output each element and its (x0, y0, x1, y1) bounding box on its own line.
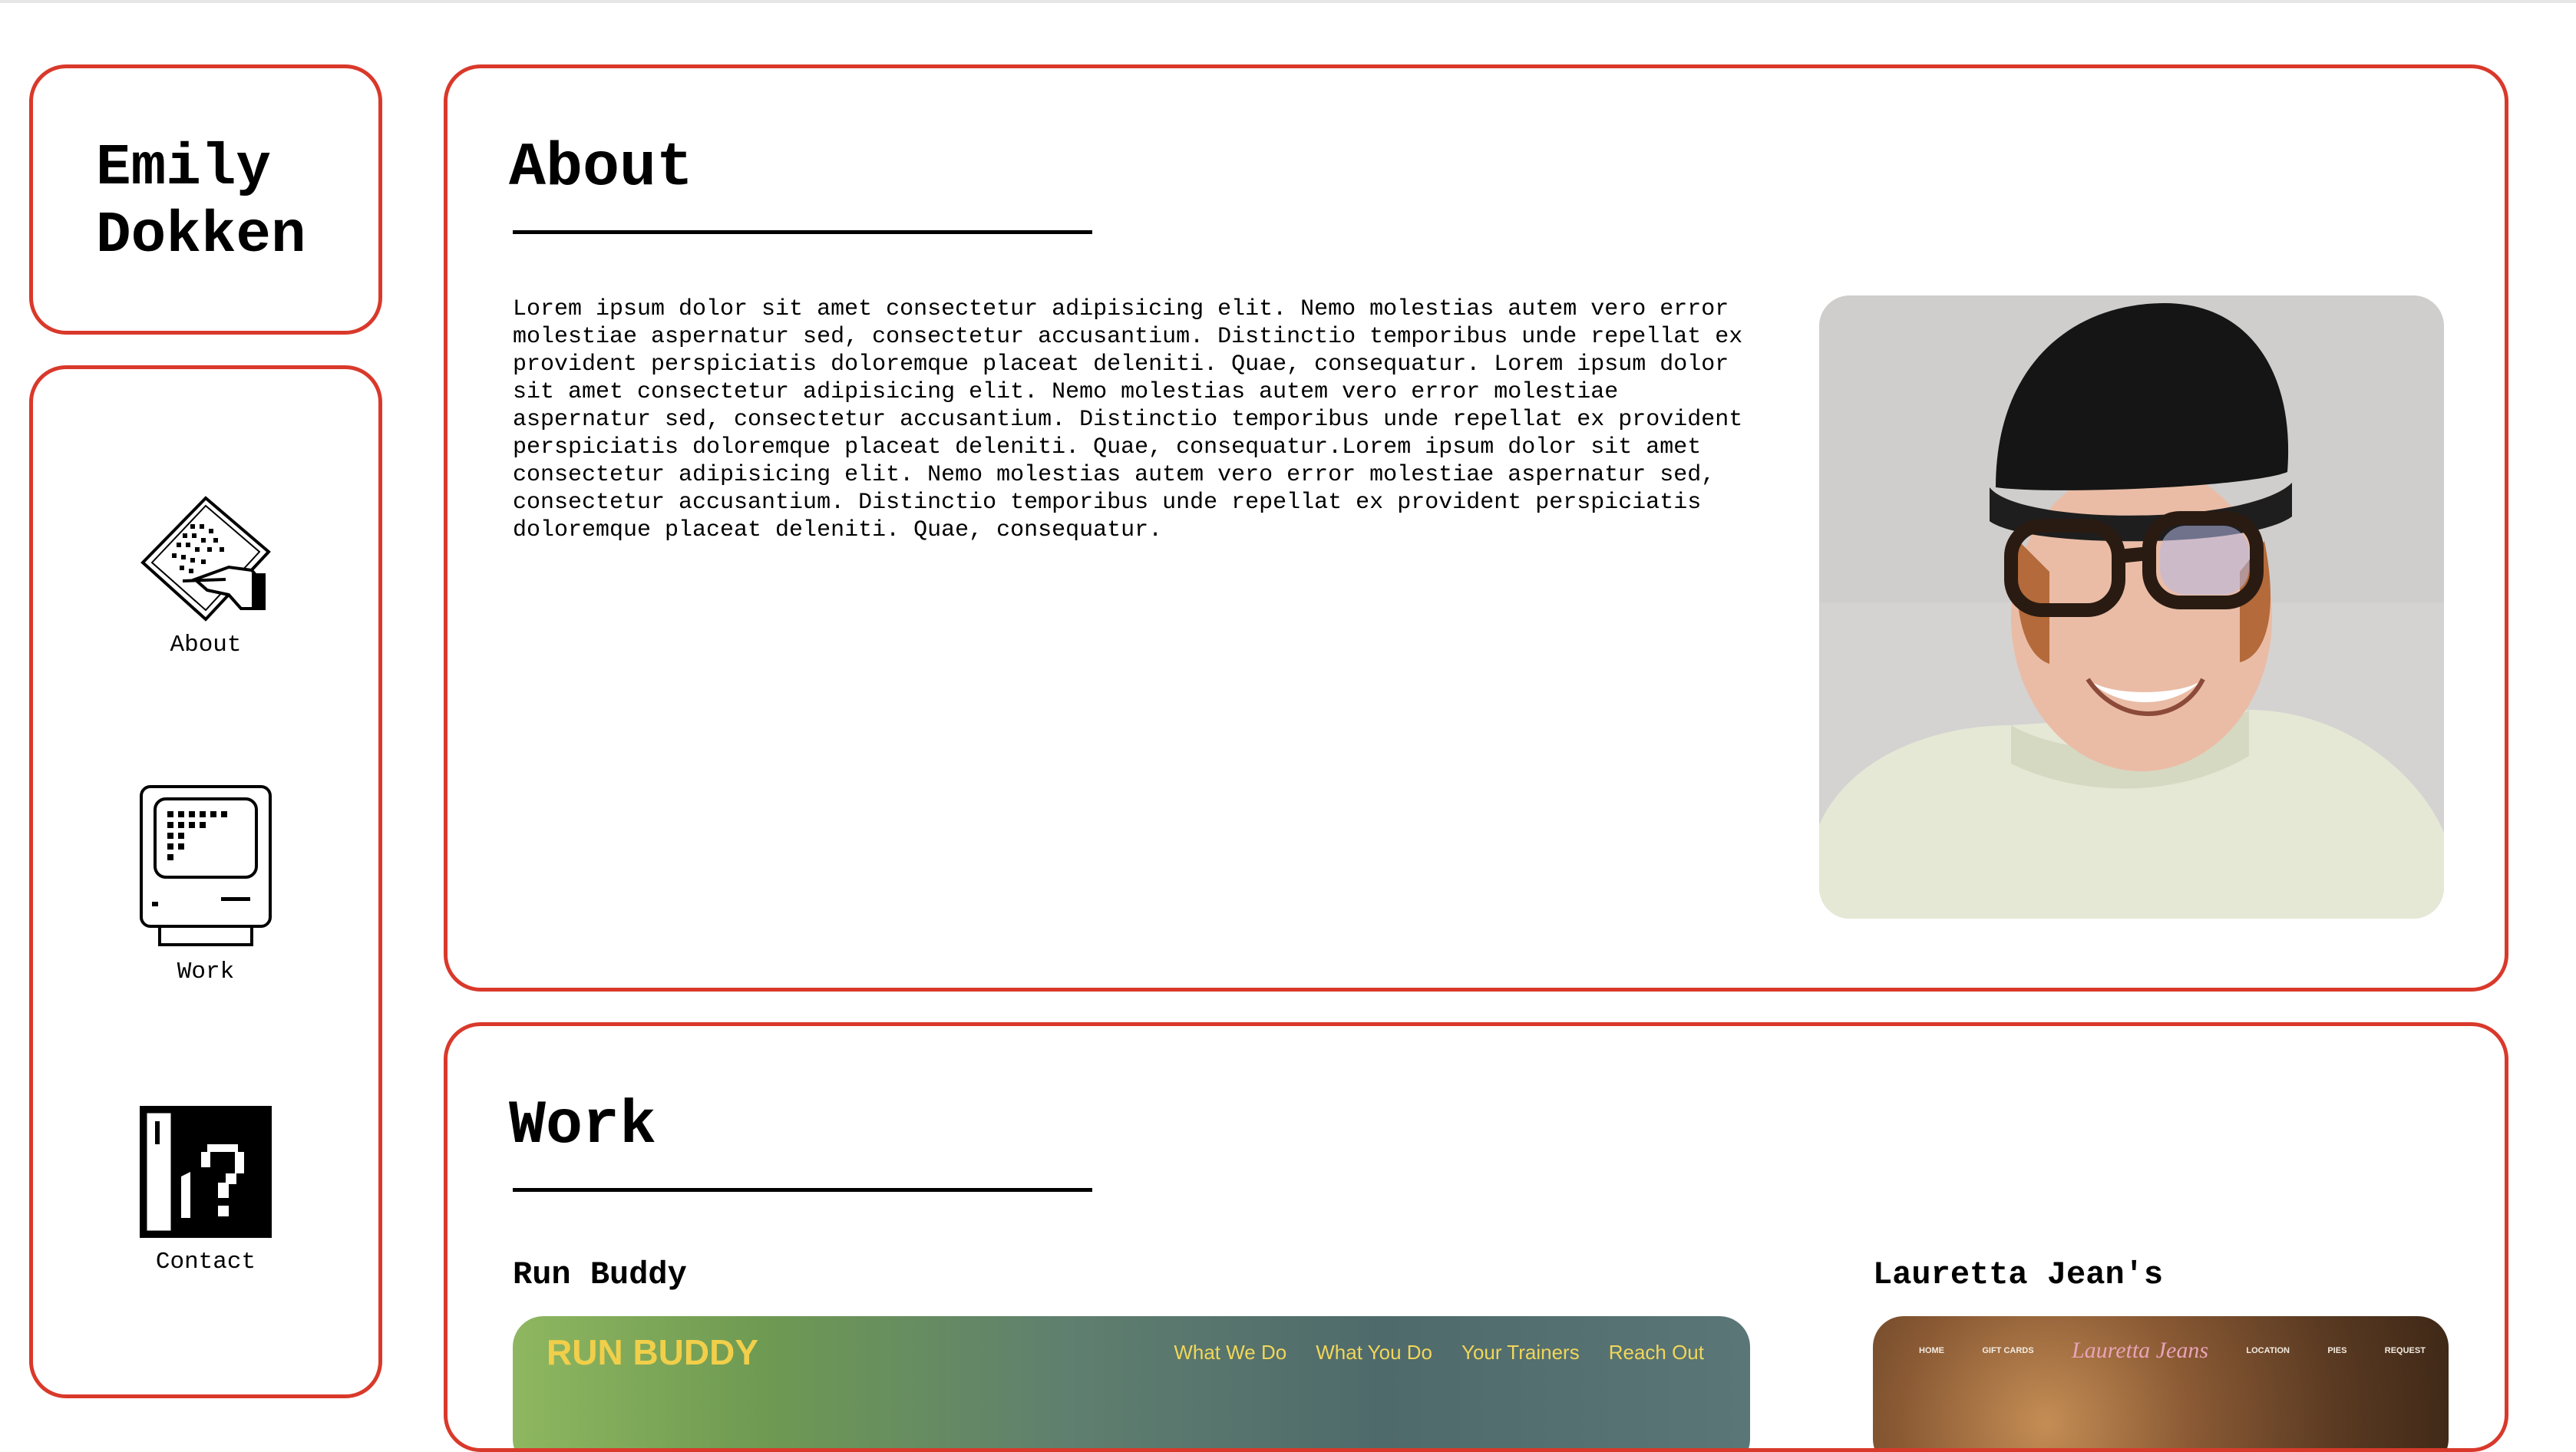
nav-label-work: Work (177, 959, 235, 985)
about-paragraph: Lorem ipsum dolor sit amet consectetur a… (513, 296, 1743, 543)
computer-icon (140, 785, 272, 946)
run-buddy-menu: What We Do What You Do Your Trainers Rea… (1174, 1341, 1704, 1365)
nav-label-contact: Contact (155, 1249, 256, 1275)
nav-item-work[interactable]: Work (33, 782, 378, 985)
project-screenshot-lauretta-jeans[interactable]: HOME GIFT CARDS Lauretta Jeans LOCATION … (1873, 1316, 2449, 1448)
project-title-lauretta-jeans: Lauretta Jean's (1873, 1256, 2164, 1293)
lauretta-menu-item: GIFT CARDS (1982, 1346, 2034, 1355)
run-buddy-menu-item: What We Do (1174, 1341, 1287, 1364)
about-section: About Lorem ipsum dolor sit amet consect… (444, 64, 2508, 992)
lauretta-logo: Lauretta Jeans (2071, 1338, 2208, 1363)
sidebar-nav: About Work Contact (29, 365, 382, 1398)
nav-label-about: About (170, 632, 242, 658)
lauretta-menu-item: HOME (1919, 1346, 1944, 1355)
lauretta-menu-item: LOCATION (2246, 1346, 2290, 1355)
work-divider (513, 1188, 1092, 1192)
about-heading: About (509, 134, 694, 203)
work-heading: Work (509, 1091, 657, 1161)
portrait-photo (1819, 295, 2444, 919)
help-question-icon (140, 1106, 272, 1238)
lauretta-menu-item: REQUEST (2384, 1346, 2426, 1355)
run-buddy-menu-item: Reach Out (1608, 1341, 1704, 1364)
project-screenshot-run-buddy[interactable]: RUN BUDDY What We Do What You Do Your Tr… (513, 1316, 1750, 1448)
run-buddy-brand: RUN BUDDY (547, 1332, 758, 1372)
nav-item-about[interactable]: About (33, 493, 378, 658)
work-section: Work Run Buddy RUN BUDDY What We Do What… (444, 1022, 2508, 1452)
lauretta-menu: HOME GIFT CARDS Lauretta Jeans LOCATION … (1919, 1338, 2426, 1364)
site-name: Emily Dokken (96, 135, 306, 269)
name-card: Emily Dokken (29, 64, 382, 335)
project-title-run-buddy: Run Buddy (513, 1256, 687, 1293)
lauretta-menu-item: PIES (2327, 1346, 2347, 1355)
about-divider (513, 230, 1092, 234)
run-buddy-menu-item: Your Trainers (1461, 1341, 1580, 1364)
nav-item-contact[interactable]: Contact (33, 1103, 378, 1275)
top-border (0, 0, 2576, 3)
pen-writing-icon (140, 496, 271, 622)
run-buddy-menu-item: What You Do (1316, 1341, 1433, 1364)
